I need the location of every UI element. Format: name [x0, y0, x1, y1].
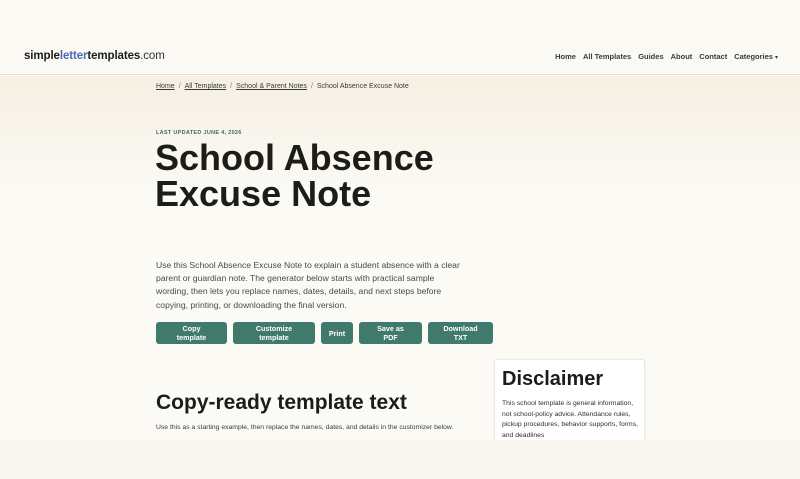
- page-bottom: [0, 440, 800, 479]
- breadcrumb-all-templates[interactable]: All Templates: [185, 83, 227, 90]
- copy-template-button[interactable]: Copy template: [156, 322, 227, 344]
- save-as-pdf-button[interactable]: Save as PDF: [359, 322, 422, 344]
- nav-guides[interactable]: Guides: [638, 52, 663, 61]
- action-buttons: Copy template Customize template Print S…: [156, 322, 493, 344]
- section-title: Copy-ready template text: [156, 391, 407, 414]
- nav-about[interactable]: About: [671, 52, 693, 61]
- nav-categories[interactable]: Categories ▾: [734, 52, 778, 61]
- breadcrumb-current: School Absence Excuse Note: [316, 83, 409, 90]
- disclaimer-title: Disclaimer: [502, 368, 604, 390]
- logo-text-templates: templates: [87, 50, 141, 62]
- logo-text-simple: simple: [24, 50, 60, 62]
- main-nav: Home All Templates Guides About Contact …: [555, 52, 778, 61]
- section-subtitle: Use this as a starting example, then rep…: [156, 424, 454, 431]
- site-header: simplelettertemplates.com Home All Templ…: [0, 0, 800, 75]
- last-updated-label: LAST UPDATED JUNE 4, 2026: [156, 130, 242, 136]
- breadcrumb-school-parent-notes[interactable]: School & Parent Notes: [236, 83, 307, 90]
- chevron-down-icon: ▾: [774, 55, 778, 61]
- disclaimer-body: This school template is general informat…: [502, 400, 639, 439]
- nav-categories-label: Categories: [734, 52, 773, 61]
- customize-template-button[interactable]: Customize template: [233, 322, 315, 344]
- nav-home[interactable]: Home: [555, 52, 576, 61]
- page-title: School Absence Excuse Note: [155, 137, 434, 214]
- logo-text-letter: letter: [59, 50, 88, 62]
- breadcrumb: Home / All Templates / School & Parent N…: [156, 83, 409, 90]
- logo-text-tld: .com: [140, 50, 165, 62]
- nav-contact[interactable]: Contact: [699, 52, 727, 61]
- disclaimer-card: Disclaimer This school template is gener…: [494, 359, 645, 447]
- site-logo[interactable]: simplelettertemplates.com: [24, 50, 165, 62]
- intro-paragraph: Use this School Absence Excuse Note to e…: [156, 260, 460, 310]
- download-txt-button[interactable]: Download TXT: [428, 322, 493, 344]
- breadcrumb-home[interactable]: Home: [156, 83, 175, 90]
- breadcrumb-separator: /: [310, 83, 313, 90]
- breadcrumb-separator: /: [178, 83, 181, 90]
- nav-all-templates[interactable]: All Templates: [583, 52, 631, 61]
- breadcrumb-separator: /: [230, 83, 233, 90]
- print-button[interactable]: Print: [321, 322, 353, 344]
